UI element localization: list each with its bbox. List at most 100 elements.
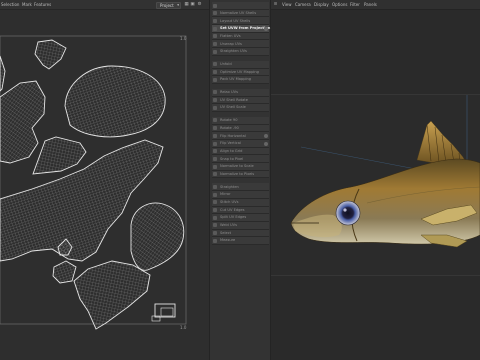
tool-item[interactable]: Rotate -90: [212, 124, 269, 133]
tool-item[interactable]: Normalize to Pixels: [212, 170, 269, 179]
tool-item[interactable]: Normalize UV Shells: [212, 9, 269, 18]
tool-label: Normalize UV Shells: [220, 10, 257, 15]
tool-label: Normalize to Pixels: [220, 171, 255, 176]
menu-panels[interactable]: Panels: [364, 2, 377, 7]
tool-item[interactable]: Measure: [212, 237, 269, 245]
tool-label: Layout UV Shells: [220, 18, 251, 23]
tool-icon: [213, 62, 217, 67]
tool-icon: [213, 18, 217, 23]
tool-item[interactable]: Flip Vertical: [212, 140, 269, 148]
tool-item[interactable]: Weld UVs: [212, 221, 269, 230]
uv-shell: [64, 65, 166, 138]
tool-item[interactable]: Flip Horizontal: [212, 132, 269, 140]
tool-item[interactable]: Rotate 90: [212, 116, 269, 125]
uv-shell: [32, 136, 87, 175]
fish-eye: [335, 200, 361, 226]
uv-corner-label-bottom: 1.0: [180, 325, 187, 330]
tool-item[interactable]: UV Shell Rotate: [212, 96, 269, 105]
tool-icon: [213, 223, 217, 228]
tool-item[interactable]: Snap to Pixel: [212, 155, 269, 164]
tool-icon: [213, 215, 217, 220]
menu-selection[interactable]: Selection: [1, 2, 19, 7]
menu-options[interactable]: Options: [332, 2, 347, 7]
uv-canvas[interactable]: 1.0 1.0: [0, 11, 209, 360]
tool-label: Flip Vertical: [220, 141, 241, 146]
tool-label: Relax UVs: [220, 90, 238, 95]
uv-shell: [0, 55, 6, 92]
tool-icon: [213, 118, 217, 123]
mode-select-value: Project: [160, 2, 174, 8]
tool-item[interactable]: Mirror: [212, 191, 269, 199]
uv-shell: [34, 39, 67, 70]
tool-item[interactable]: Unfold: [212, 60, 269, 69]
tool-item[interactable]: Straighten UVs: [212, 48, 269, 56]
tool-icon: [213, 70, 217, 74]
tool-label: Split UV Edges: [220, 215, 247, 220]
tool-label: Select: [220, 230, 232, 235]
mode-select[interactable]: Project ▾: [156, 1, 181, 9]
grid-icon[interactable]: ▦: [184, 2, 189, 7]
tool-label: Cut UV Edges: [220, 207, 245, 212]
tool-label: Measure: [220, 238, 236, 243]
tool-item[interactable]: Optimize UV Mapping: [212, 68, 269, 77]
tool-icon: [213, 41, 217, 46]
tool-options-icon[interactable]: [264, 133, 268, 138]
tool-item[interactable]: Layout UV Shells: [212, 17, 269, 26]
menu-mark[interactable]: Mark: [22, 2, 32, 7]
uv-shell: [73, 260, 151, 330]
uv-shell: [52, 260, 77, 284]
viewport-view[interactable]: [271, 94, 480, 276]
tool-item[interactable]: [212, 2, 269, 10]
tool-item[interactable]: Straighten: [212, 183, 269, 192]
checker-icon[interactable]: ▣: [190, 2, 195, 7]
tool-item[interactable]: Flatten UVs: [212, 32, 269, 41]
tool-item[interactable]: Normalize to Scale: [212, 163, 269, 171]
tool-item[interactable]: Split UV Edges: [212, 214, 269, 222]
tool-icon: [213, 172, 217, 177]
tool-item[interactable]: Stitch UVs: [212, 198, 269, 207]
uv-editor-panel: Selection Mark Features Project ▾ ▦ ▣ ⚙: [0, 0, 209, 360]
tool-options-icon[interactable]: [264, 141, 268, 146]
menu-view[interactable]: View: [282, 2, 292, 7]
tool-label: Pack UV Mapping: [220, 77, 252, 82]
tool-icon: [213, 156, 217, 161]
tool-item[interactable]: Set UVW from Projection: [212, 25, 270, 33]
tool-item[interactable]: Pack UV Mapping: [212, 76, 269, 84]
tool-icon: [213, 184, 217, 189]
tool-item[interactable]: Select: [212, 229, 269, 238]
axis-line: [300, 146, 422, 171]
uv-shell: [0, 80, 46, 164]
menu-filter[interactable]: Filter: [350, 2, 360, 7]
menu-camera[interactable]: Camera: [295, 2, 311, 7]
tool-label: Normalize to Scale: [220, 164, 254, 169]
settings-icon[interactable]: ⚙: [197, 2, 202, 7]
tool-icon: [213, 3, 217, 8]
tool-icon: [213, 141, 217, 146]
menu-features[interactable]: Features: [34, 2, 51, 7]
fish-model[interactable]: [271, 95, 480, 277]
uv-shell: [130, 202, 185, 271]
tool-label: Straighten: [220, 184, 239, 189]
chevron-down-icon: ▾: [177, 2, 179, 7]
tool-label: Stitch UVs: [220, 200, 239, 204]
tool-item[interactable]: Relax UVs: [212, 88, 269, 97]
tool-label: Weld UVs: [220, 223, 237, 228]
uv-shell: [160, 307, 174, 317]
tool-label: Flip Horizontal: [220, 133, 246, 138]
tool-options-icon[interactable]: [264, 26, 268, 31]
tool-icon: [213, 77, 217, 82]
tool-label: Rotate 90: [220, 118, 238, 123]
tool-icon: [213, 133, 217, 138]
tool-item[interactable]: Align to Grid: [212, 147, 269, 156]
panel-menu-icon[interactable]: ≡: [273, 2, 278, 7]
tool-icon: [213, 200, 217, 205]
tool-item[interactable]: Unwrap UVs: [212, 40, 269, 49]
menu-display[interactable]: Display: [314, 2, 329, 7]
tool-label: UV Shell Scale: [220, 105, 246, 110]
tool-label: UV Shell Rotate: [220, 97, 248, 102]
tool-item[interactable]: Cut UV Edges: [212, 206, 269, 215]
tool-item[interactable]: UV Shell Scale: [212, 104, 269, 112]
tool-list: Normalize UV Shells Layout UV Shells Set U…: [212, 2, 270, 245]
tool-icon: [213, 90, 217, 95]
tool-icon: [213, 208, 217, 212]
